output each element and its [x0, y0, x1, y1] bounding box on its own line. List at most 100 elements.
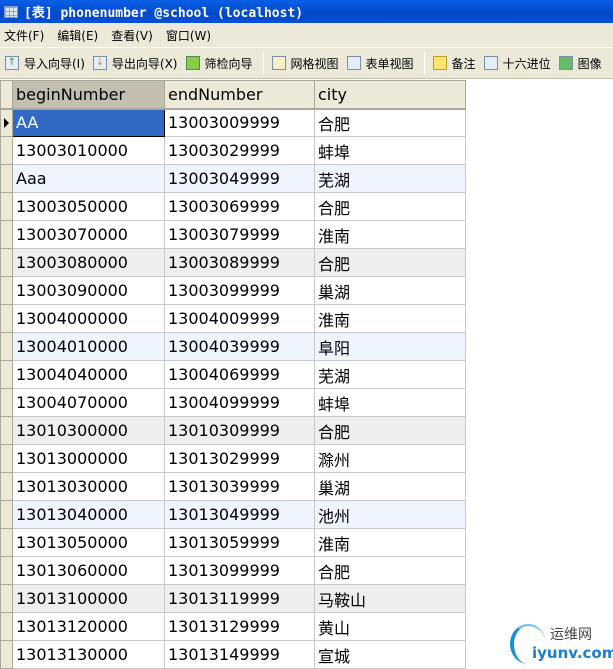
- table-row[interactable]: 13013030000 13013039999 巢湖: [0, 472, 466, 501]
- cell-beginNumber[interactable]: Aaa: [12, 164, 165, 193]
- cell-beginNumber[interactable]: 13013030000: [12, 472, 165, 501]
- export-wizard-button[interactable]: ↓ 导出向导(X): [92, 55, 178, 72]
- cell-endNumber[interactable]: 13004099999: [164, 388, 315, 417]
- row-selector[interactable]: [0, 612, 13, 641]
- cell-city[interactable]: 蚌埠: [314, 388, 466, 417]
- cell-city[interactable]: 马鞍山: [314, 584, 466, 613]
- cell-beginNumber[interactable]: 13013040000: [12, 500, 165, 529]
- row-selector[interactable]: [0, 164, 13, 193]
- cell-endNumber[interactable]: 13013039999: [164, 472, 315, 501]
- cell-endNumber[interactable]: 13003069999: [164, 192, 315, 221]
- cell-beginNumber[interactable]: 13013060000: [12, 556, 165, 585]
- table-row[interactable]: 13003010000 13003029999 蚌埠: [0, 136, 466, 165]
- cell-beginNumber[interactable]: 13004070000: [12, 388, 165, 417]
- cell-endNumber[interactable]: 13003079999: [164, 220, 315, 249]
- table-row[interactable]: 13003050000 13003069999 合肥: [0, 192, 466, 221]
- cell-beginNumber[interactable]: 13004040000: [12, 360, 165, 389]
- menu-file[interactable]: 文件(F): [4, 27, 44, 44]
- cell-beginNumber[interactable]: 13003080000: [12, 248, 165, 277]
- row-selector[interactable]: [0, 444, 13, 473]
- table-row[interactable]: 13004070000 13004099999 蚌埠: [0, 388, 466, 417]
- row-selector[interactable]: [0, 248, 13, 277]
- row-selector[interactable]: [0, 500, 13, 529]
- cell-beginNumber[interactable]: 13004000000: [12, 304, 165, 333]
- cell-endNumber[interactable]: 13013099999: [164, 556, 315, 585]
- column-header-beginNumber[interactable]: beginNumber: [12, 80, 165, 110]
- cell-endNumber[interactable]: 13004009999: [164, 304, 315, 333]
- row-selector[interactable]: [0, 304, 13, 333]
- cell-city[interactable]: 淮南: [314, 304, 466, 333]
- cell-beginNumber[interactable]: 13003090000: [12, 276, 165, 305]
- table-row[interactable]: 13013000000 13013029999 滁州: [0, 444, 466, 473]
- table-row[interactable]: 13013050000 13013059999 淮南: [0, 528, 466, 557]
- cell-beginNumber[interactable]: AA: [12, 108, 165, 137]
- cell-city[interactable]: 池州: [314, 500, 466, 529]
- menu-edit[interactable]: 编辑(E): [57, 27, 98, 44]
- cell-endNumber[interactable]: 13004069999: [164, 360, 315, 389]
- row-selector[interactable]: [0, 584, 13, 613]
- cell-city[interactable]: 合肥: [314, 556, 466, 585]
- cell-endNumber[interactable]: 13003009999: [164, 108, 315, 137]
- row-selector[interactable]: [0, 136, 13, 165]
- menu-view[interactable]: 查看(V): [111, 27, 153, 44]
- cell-city[interactable]: 合肥: [314, 248, 466, 277]
- menu-window[interactable]: 窗口(W): [166, 27, 211, 44]
- cell-beginNumber[interactable]: 13004010000: [12, 332, 165, 361]
- cell-city[interactable]: 蚌埠: [314, 136, 466, 165]
- cell-beginNumber[interactable]: 13013050000: [12, 528, 165, 557]
- cell-beginNumber[interactable]: 13010300000: [12, 416, 165, 445]
- cell-city[interactable]: 合肥: [314, 416, 466, 445]
- row-selector[interactable]: [0, 416, 13, 445]
- cell-city[interactable]: 淮南: [314, 220, 466, 249]
- cell-beginNumber[interactable]: 13003010000: [12, 136, 165, 165]
- cell-endNumber[interactable]: 13013049999: [164, 500, 315, 529]
- table-row[interactable]: 13010300000 13010309999 合肥: [0, 416, 466, 445]
- row-selector[interactable]: [0, 360, 13, 389]
- table-row[interactable]: 13003080000 13003089999 合肥: [0, 248, 466, 277]
- cell-city[interactable]: 芜湖: [314, 164, 466, 193]
- row-selector[interactable]: [0, 220, 13, 249]
- row-selector[interactable]: [0, 388, 13, 417]
- cell-city[interactable]: 黄山: [314, 612, 466, 641]
- table-row[interactable]: 13003070000 13003079999 淮南: [0, 220, 466, 249]
- cell-endNumber[interactable]: 13013149999: [164, 640, 315, 669]
- cell-city[interactable]: 阜阳: [314, 332, 466, 361]
- table-row[interactable]: 13013040000 13013049999 池州: [0, 500, 466, 529]
- table-row[interactable]: 13013130000 13013149999 宣城: [0, 640, 466, 669]
- cell-city[interactable]: 合肥: [314, 192, 466, 221]
- import-wizard-button[interactable]: ↑ 导入向导(I): [5, 55, 85, 72]
- cell-beginNumber[interactable]: 13013130000: [12, 640, 165, 669]
- cell-beginNumber[interactable]: 13003070000: [12, 220, 165, 249]
- table-row[interactable]: AA 13003009999 合肥: [0, 108, 466, 137]
- row-selector[interactable]: [0, 640, 13, 669]
- cell-city[interactable]: 巢湖: [314, 472, 466, 501]
- cell-endNumber[interactable]: 13003049999: [164, 164, 315, 193]
- cell-city[interactable]: 合肥: [314, 108, 466, 137]
- table-row[interactable]: 13004000000 13004009999 淮南: [0, 304, 466, 333]
- column-header-city[interactable]: city: [314, 80, 466, 110]
- row-selector[interactable]: [0, 556, 13, 585]
- cell-endNumber[interactable]: 13003029999: [164, 136, 315, 165]
- cell-city[interactable]: 宣城: [314, 640, 466, 669]
- table-row[interactable]: 13013060000 13013099999 合肥: [0, 556, 466, 585]
- table-row[interactable]: 13004010000 13004039999 阜阳: [0, 332, 466, 361]
- table-row[interactable]: 13013120000 13013129999 黄山: [0, 612, 466, 641]
- cell-endNumber[interactable]: 13013029999: [164, 444, 315, 473]
- table-row[interactable]: Aaa 13003049999 芜湖: [0, 164, 466, 193]
- cell-endNumber[interactable]: 13013119999: [164, 584, 315, 613]
- form-view-button[interactable]: 表单视图: [346, 55, 414, 72]
- cell-city[interactable]: 巢湖: [314, 276, 466, 305]
- cell-endNumber[interactable]: 13003089999: [164, 248, 315, 277]
- cell-endNumber[interactable]: 13003099999: [164, 276, 315, 305]
- cell-endNumber[interactable]: 13013059999: [164, 528, 315, 557]
- cell-endNumber[interactable]: 13010309999: [164, 416, 315, 445]
- row-selector[interactable]: [0, 472, 13, 501]
- memo-button[interactable]: 备注: [432, 55, 476, 72]
- row-selector[interactable]: [0, 528, 13, 557]
- grid-view-button[interactable]: 网格视图: [271, 55, 339, 72]
- table-row[interactable]: 13003090000 13003099999 巢湖: [0, 276, 466, 305]
- cell-beginNumber[interactable]: 13013100000: [12, 584, 165, 613]
- filter-wizard-button[interactable]: 筛检向导: [185, 55, 253, 72]
- image-button[interactable]: 图像: [558, 55, 602, 72]
- column-header-endNumber[interactable]: endNumber: [164, 80, 315, 110]
